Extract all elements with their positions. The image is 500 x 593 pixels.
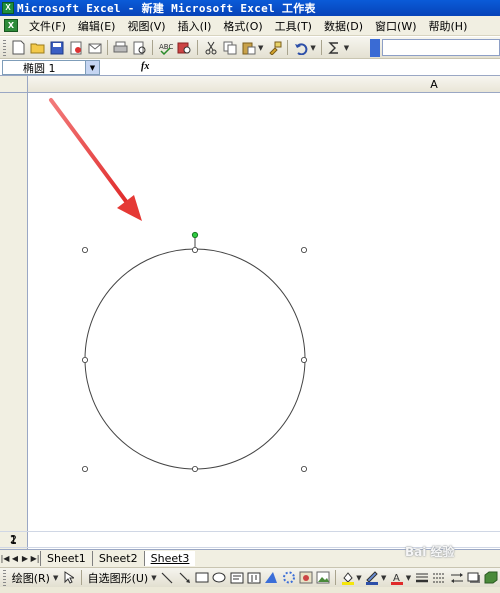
clip-art-icon[interactable]	[298, 569, 313, 586]
paste-icon[interactable]	[240, 39, 257, 56]
next-sheet-icon[interactable]: ▶	[20, 554, 30, 563]
toolbar-grip[interactable]	[3, 39, 6, 56]
status-bar	[0, 587, 500, 593]
print-icon[interactable]	[112, 39, 129, 56]
sheet-tab-3[interactable]: Sheet3	[143, 551, 196, 566]
line-color-dropdown-icon[interactable]: ▼	[381, 574, 386, 582]
spelling-icon[interactable]: ABC	[157, 39, 174, 56]
toolbar-separator	[287, 40, 289, 55]
insert-function-icon[interactable]: fx	[141, 61, 149, 72]
font-color-dropdown-icon[interactable]: ▼	[406, 574, 411, 582]
email-icon[interactable]	[86, 39, 103, 56]
menu-insert[interactable]: 插入(I)	[172, 18, 218, 34]
row-header-2[interactable]: 2	[0, 533, 28, 546]
autosum-icon[interactable]	[326, 39, 343, 56]
workbook-icon[interactable]: X	[4, 19, 18, 32]
toolbar-separator	[80, 570, 82, 585]
insert-picture-icon[interactable]	[316, 569, 331, 586]
toolbar-separator	[152, 40, 153, 55]
toolbar-grip[interactable]	[3, 569, 6, 586]
first-sheet-icon[interactable]: |◀	[0, 554, 10, 563]
oval-tool-icon[interactable]	[212, 569, 227, 586]
formula-bar: 椭圆 1 ▼ fx	[0, 59, 500, 76]
autosum-dropdown-icon[interactable]: ▼	[344, 44, 349, 52]
undo-icon[interactable]	[292, 39, 309, 56]
toolbar-separator	[335, 570, 336, 585]
window-title: Microsoft Excel - 新建 Microsoft Excel 工作表	[17, 2, 316, 15]
menu-file[interactable]: 文件(F)	[23, 18, 72, 34]
menu-bar: X 文件(F) 编辑(E) 视图(V) 插入(I) 格式(O) 工具(T) 数据…	[0, 16, 500, 36]
select-objects-icon[interactable]	[61, 569, 76, 586]
line-tool-icon[interactable]	[160, 569, 175, 586]
svg-text:ABC: ABC	[159, 43, 173, 51]
shadow-style-icon[interactable]	[466, 569, 481, 586]
paste-dropdown-icon[interactable]: ▼	[258, 44, 263, 52]
menu-view[interactable]: 视图(V)	[121, 18, 171, 34]
sheet-tab-1[interactable]: Sheet1	[40, 551, 92, 566]
ask-question-input[interactable]	[382, 39, 500, 56]
draw-menu-button[interactable]: 绘图(R)	[9, 570, 53, 586]
menu-tools[interactable]: 工具(T)	[269, 18, 318, 34]
wordart-icon[interactable]	[264, 569, 279, 586]
watermark-logo: Bai 经验	[405, 545, 455, 559]
font-color-icon[interactable]: A	[389, 569, 404, 586]
save-icon[interactable]	[48, 39, 65, 56]
cut-icon[interactable]	[202, 39, 219, 56]
new-icon[interactable]	[10, 39, 27, 56]
draw-dropdown-icon[interactable]: ▼	[53, 574, 58, 582]
name-box-value[interactable]: 椭圆 1	[3, 60, 85, 76]
name-box-dropdown-icon[interactable]: ▼	[85, 61, 99, 74]
select-all-corner[interactable]	[0, 76, 28, 93]
arrow-tool-icon[interactable]	[177, 569, 192, 586]
drawing-toolbar: 绘图(R) ▼ 自选图形(U) ▼ ▼ ▼ A ▼	[0, 567, 500, 587]
copy-icon[interactable]	[221, 39, 238, 56]
menu-format[interactable]: 格式(O)	[217, 18, 268, 34]
toolbar-separator	[107, 40, 108, 55]
worksheet-grid[interactable]: A 1 2	[0, 76, 500, 549]
sheet-tab-2[interactable]: Sheet2	[91, 551, 144, 566]
research-icon[interactable]	[176, 39, 193, 56]
fill-color-icon[interactable]	[340, 569, 355, 586]
name-box[interactable]: 椭圆 1 ▼	[2, 60, 100, 75]
open-folder-icon[interactable]	[29, 39, 46, 56]
print-preview-icon[interactable]	[131, 39, 148, 56]
line-color-icon[interactable]	[365, 569, 380, 586]
3d-style-icon[interactable]	[484, 569, 499, 586]
arrow-style-icon[interactable]	[449, 569, 464, 586]
autoshapes-menu-button[interactable]: 自选图形(U)	[85, 570, 152, 586]
fill-color-dropdown-icon[interactable]: ▼	[356, 574, 361, 582]
diagram-icon[interactable]	[281, 569, 296, 586]
permission-icon[interactable]	[67, 39, 84, 56]
rectangle-tool-icon[interactable]	[194, 569, 209, 586]
row-gridline	[0, 531, 500, 532]
title-bar: X Microsoft Excel - 新建 Microsoft Excel 工…	[0, 0, 500, 16]
last-sheet-icon[interactable]: ▶|	[30, 554, 40, 563]
vertical-text-box-icon[interactable]	[246, 569, 261, 586]
excel-app-icon[interactable]: X	[2, 2, 14, 14]
line-style-icon[interactable]	[414, 569, 429, 586]
standard-toolbar: ABC ▼ ▼ ▼	[0, 37, 500, 59]
menu-edit[interactable]: 编辑(E)	[72, 18, 122, 34]
menu-data[interactable]: 数据(D)	[318, 18, 369, 34]
column-header-a[interactable]: A	[28, 76, 500, 93]
toolbar-separator	[320, 40, 322, 55]
undo-dropdown-icon[interactable]: ▼	[310, 44, 315, 52]
toolbar-separator	[197, 40, 198, 55]
dash-style-icon[interactable]	[432, 569, 447, 586]
menu-window[interactable]: 窗口(W)	[369, 18, 422, 34]
toolbar-options-icon[interactable]	[370, 39, 380, 57]
autoshapes-dropdown-icon[interactable]: ▼	[151, 574, 156, 582]
format-painter-icon[interactable]	[266, 39, 283, 56]
prev-sheet-icon[interactable]: ◀	[10, 554, 20, 563]
row-headers: 1	[0, 93, 28, 549]
text-box-icon[interactable]	[229, 569, 244, 586]
menu-help[interactable]: 帮助(H)	[423, 18, 474, 34]
